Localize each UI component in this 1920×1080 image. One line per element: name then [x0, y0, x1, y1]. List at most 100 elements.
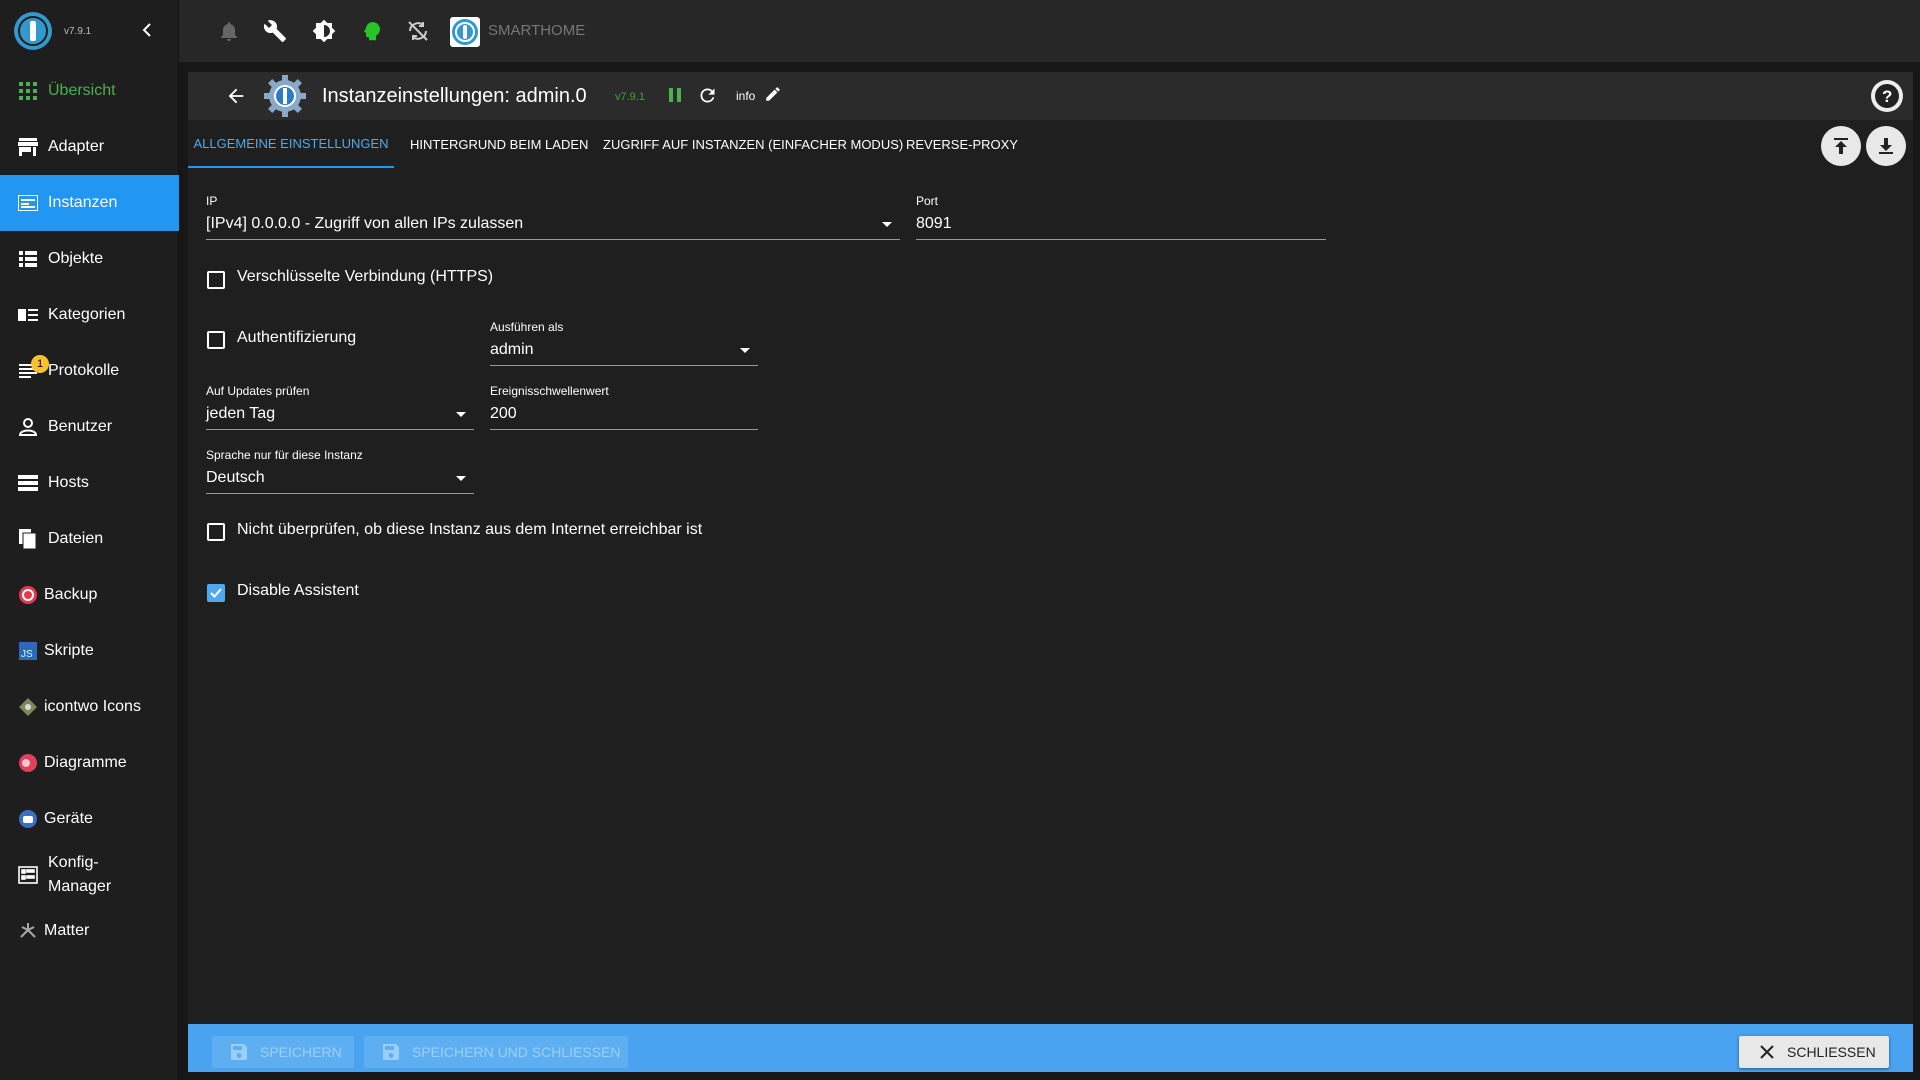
sidebar-item-adapter[interactable]: Adapter	[0, 119, 179, 175]
edit-icon[interactable]	[764, 85, 782, 103]
save-and-close-label: SPEICHERN UND SCHLIESSEN	[412, 1044, 621, 1060]
auth-label: Authentifizierung	[237, 329, 357, 346]
download-icon	[1879, 138, 1893, 154]
sidebar-item-label: Skripte	[44, 642, 94, 659]
instance-info-label[interactable]: info	[736, 89, 755, 103]
notification-badge: 1	[31, 355, 49, 373]
brightness-icon[interactable]	[312, 19, 336, 43]
save-button[interactable]: SPEICHERN	[212, 1036, 354, 1068]
ip-select[interactable]: [IPv4] 0.0.0.0 - Zugriff von allen IPs z…	[206, 212, 900, 240]
instance-settings-panel: Instanzeinstellungen: admin.0 v7.9.1 inf…	[188, 72, 1913, 1072]
save-icon	[231, 1044, 247, 1060]
run-as-select[interactable]: admin	[490, 338, 758, 366]
tab-allgemeine-einstellungen[interactable]: ALLGEMEINE EINSTELLUNGEN	[188, 120, 394, 168]
icontwo-icon	[17, 696, 39, 718]
port-input[interactable]: 8091	[916, 212, 1326, 240]
sidebar-item-skripte[interactable]: JS Skripte	[0, 623, 179, 679]
tab-zugriff-auf-instanzen[interactable]: ZUGRIFF AUF INSTANZEN (EINFACHER MODUS)	[603, 120, 903, 168]
sidebar-item-icontwo[interactable]: icontwo Icons	[0, 679, 179, 735]
bell-icon[interactable]	[217, 19, 241, 43]
sidebar-item-label: Instanzen	[48, 194, 118, 211]
iobroker-logo-small	[452, 19, 478, 45]
save-and-close-button[interactable]: SPEICHERN UND SCHLIESSEN	[364, 1036, 628, 1068]
upload-settings-button[interactable]	[1821, 126, 1861, 166]
iobroker-logo[interactable]	[14, 12, 52, 50]
arrow-back-icon[interactable]	[225, 85, 247, 107]
download-settings-button[interactable]	[1866, 126, 1906, 166]
auth-checkbox[interactable]	[207, 331, 225, 349]
svg-text:JS: JS	[21, 649, 33, 660]
grid-icon	[17, 80, 39, 102]
help-button[interactable]: ?	[1871, 80, 1903, 112]
svg-text:?: ?	[1882, 87, 1892, 106]
language-value: Deutsch	[206, 469, 265, 486]
wrench-icon[interactable]	[263, 19, 287, 43]
smarthome-logo[interactable]	[450, 17, 480, 47]
ip-label: IP	[206, 194, 218, 208]
chevron-down-icon	[882, 222, 892, 227]
sidebar-item-kategorien[interactable]: Kategorien	[0, 287, 179, 343]
tab-hintergrund-beim-laden[interactable]: HINTERGRUND BEIM LADEN	[410, 120, 588, 168]
run-as-value: admin	[490, 341, 534, 358]
sidebar-item-label: Protokolle	[48, 362, 120, 379]
close-button[interactable]: SCHLIESSEN	[1739, 1036, 1889, 1068]
devices-icon	[17, 808, 39, 830]
sidebar-item-geraete[interactable]: Geräte	[0, 791, 179, 847]
sidebar-item-instanzen[interactable]: Instanzen	[0, 175, 179, 231]
list-icon	[17, 248, 39, 270]
sidebar-item-objekte[interactable]: Objekte	[0, 231, 179, 287]
updates-value: jeden Tag	[206, 405, 276, 422]
chart-icon	[17, 752, 39, 774]
no-check-checkbox[interactable]	[207, 523, 225, 541]
adapter-gear-icon	[264, 75, 306, 117]
tab-reverse-proxy[interactable]: REVERSE-PROXY	[906, 120, 1018, 168]
sidebar-item-hosts[interactable]: Hosts	[0, 455, 179, 511]
threshold-input[interactable]: 200	[490, 402, 758, 430]
close-label: SCHLIESSEN	[1787, 1044, 1876, 1060]
save-icon	[383, 1044, 399, 1060]
disable-assistant-label: Disable Assistent	[237, 582, 359, 599]
user-icon	[17, 416, 39, 438]
pause-icon[interactable]	[666, 86, 684, 104]
sidebar-item-label: Backup	[44, 586, 98, 603]
https-checkbox[interactable]	[207, 271, 225, 289]
chevron-down-icon	[740, 348, 750, 353]
sidebar-item-benutzer[interactable]: Benutzer	[0, 399, 179, 455]
run-as-label: Ausführen als	[490, 320, 564, 334]
upload-icon	[1834, 138, 1848, 154]
sidebar-item-backup[interactable]: Backup	[0, 567, 179, 623]
sidebar-item-dateien[interactable]: Dateien	[0, 511, 179, 567]
backup-icon	[17, 584, 39, 606]
language-select[interactable]: Deutsch	[206, 466, 474, 494]
threshold-label: Ereignisschwellenwert	[490, 384, 609, 398]
page-title: Instanzeinstellungen: admin.0	[322, 85, 587, 107]
sidebar-item-label: Geräte	[44, 810, 93, 827]
chevron-left-icon[interactable]	[140, 20, 154, 40]
expert-mode-icon[interactable]	[360, 19, 384, 43]
port-value: 8091	[916, 215, 952, 232]
sidebar-item-label: Benutzer	[48, 418, 113, 435]
threshold-value: 200	[490, 405, 517, 422]
app-version: v7.9.1	[64, 25, 92, 37]
js-icon: JS	[17, 640, 39, 662]
updates-select[interactable]: jeden Tag	[206, 402, 474, 430]
sidebar-item-label: Adapter	[48, 138, 105, 155]
action-footer: SPEICHERN SPEICHERN UND SCHLIESSEN SCHLI…	[188, 1024, 1913, 1072]
sidebar-item-uebersicht[interactable]: Übersicht	[0, 63, 179, 119]
matter-icon	[17, 920, 39, 942]
reload-icon[interactable]	[697, 85, 718, 106]
store-icon	[17, 136, 39, 158]
sync-off-icon[interactable]	[406, 19, 430, 43]
host-title: SMARTHOME	[488, 22, 586, 39]
sidebar-item-protokolle[interactable]: 1 Protokolle	[0, 343, 179, 399]
https-label: Verschlüsselte Verbindung (HTTPS)	[237, 268, 494, 285]
hosts-icon	[17, 472, 39, 494]
sidebar-item-matter[interactable]: Matter	[0, 903, 179, 959]
instances-icon	[17, 192, 39, 214]
sidebar-item-diagramme[interactable]: Diagramme	[0, 735, 179, 791]
sidebar-item-konfig-manager[interactable]: Konfig-Manager	[0, 847, 179, 903]
chevron-down-icon	[456, 412, 466, 417]
sidebar-item-label: Kategorien	[48, 306, 126, 323]
sidebar-item-label: Konfig-Manager	[48, 854, 112, 895]
disable-assistant-checkbox[interactable]	[207, 584, 225, 602]
